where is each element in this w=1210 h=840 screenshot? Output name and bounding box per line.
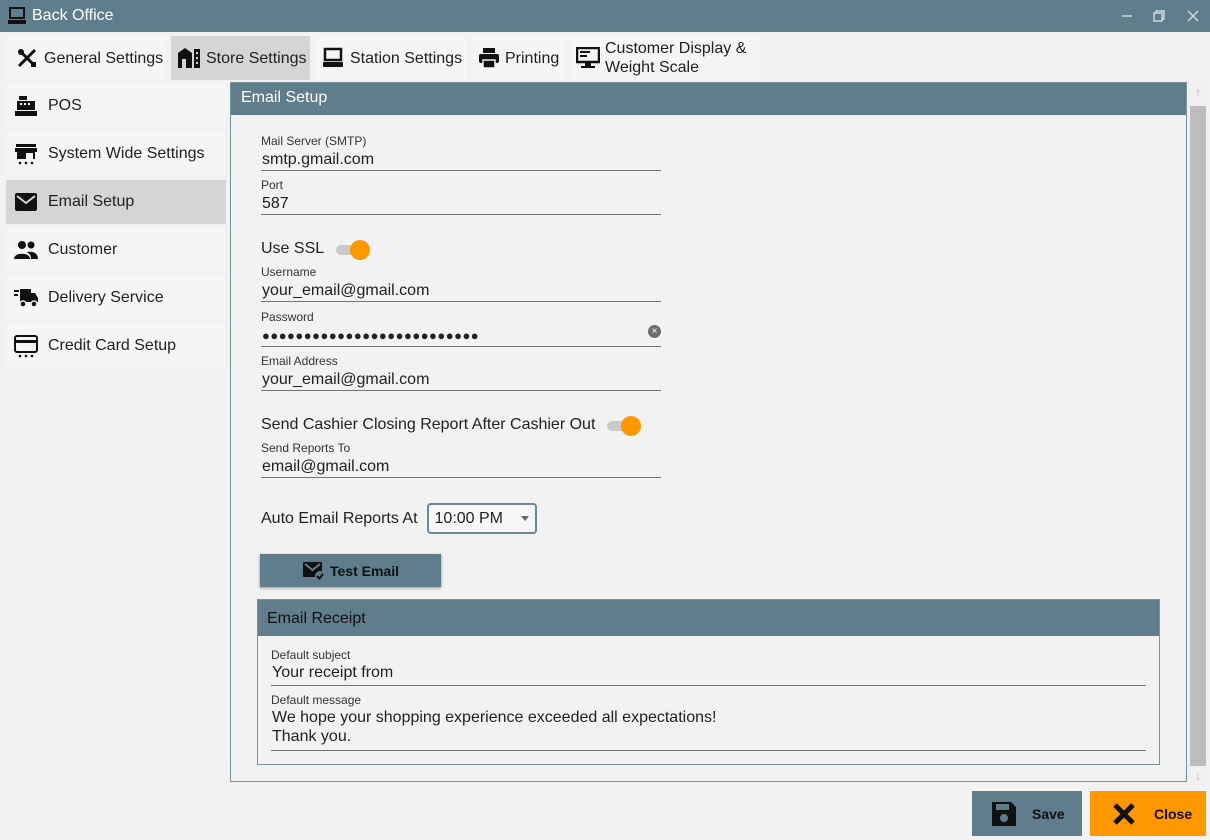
tab-bar: General Settings Store Settings Station … <box>0 32 1210 80</box>
chevron-down-icon <box>520 516 529 521</box>
sidebar-item-credit-card-setup[interactable]: Credit Card Setup <box>6 324 226 368</box>
default-subject-field[interactable]: Default subject Your receipt from <box>271 648 1146 686</box>
email-check-icon <box>302 560 326 582</box>
close-label: Close <box>1154 805 1193 822</box>
selected-time: 10:00 PM <box>434 509 503 527</box>
tab-general-settings[interactable]: General Settings <box>6 36 166 80</box>
send-closing-report-label: Send Cashier Closing Report After Cashie… <box>261 416 596 433</box>
email-address-field[interactable]: Email Address your_email@gmail.com <box>261 354 661 391</box>
tab-label: Printing <box>505 49 560 67</box>
password-field[interactable]: Password ●●●●●●●●●●●●●●●●●●●●●●●●●● × <box>261 310 661 347</box>
restore-icon[interactable] <box>1142 0 1176 32</box>
auto-email-time-select[interactable]: 10:00 PM <box>426 503 537 534</box>
field-label: Mail Server (SMTP) <box>261 134 367 148</box>
email-address-input[interactable]: your_email@gmail.com <box>261 369 661 390</box>
tab-printing[interactable]: Printing <box>471 36 566 80</box>
field-label: Email Address <box>261 354 338 368</box>
default-message-input[interactable]: We hope your shopping experience exceede… <box>271 708 1146 750</box>
save-label: Save <box>1032 805 1065 822</box>
use-ssl-toggle[interactable] <box>336 239 371 260</box>
sidebar-item-label: POS <box>48 97 82 114</box>
auto-email-label: Auto Email Reports At <box>261 509 418 527</box>
email-setup-panel: Email Setup Mail Server (SMTP) smtp.gmai… <box>230 82 1187 782</box>
tools-icon <box>14 45 40 71</box>
sidebar-item-label: Delivery Service <box>48 289 164 306</box>
tab-station-settings[interactable]: Station Settings <box>315 36 467 80</box>
mail-server-input[interactable]: smtp.gmail.com <box>261 149 661 170</box>
field-label: Default subject <box>271 648 351 662</box>
email-receipt-section: Email Receipt Default subject Your recei… <box>257 599 1160 765</box>
tab-customer-display[interactable]: Customer Display & Weight Scale <box>570 36 760 80</box>
send-reports-to-input[interactable]: email@gmail.com <box>261 456 661 477</box>
store-network-icon <box>12 140 40 168</box>
port-input[interactable]: 587 <box>261 193 661 214</box>
floppy-disk-icon <box>990 800 1018 828</box>
field-label: Send Reports To <box>261 441 351 455</box>
use-ssl-label: Use SSL <box>261 240 325 257</box>
scroll-thumb[interactable] <box>1190 106 1206 766</box>
save-button[interactable]: Save <box>972 791 1082 836</box>
window-title: Back Office <box>32 7 114 24</box>
use-ssl-row: Use SSL <box>261 239 371 260</box>
store-icon <box>176 45 202 71</box>
tab-store-settings[interactable]: Store Settings <box>171 36 310 80</box>
people-icon <box>12 236 40 264</box>
field-label: Password <box>261 310 314 324</box>
monitor-scale-icon <box>575 45 601 71</box>
sidebar-item-label: System Wide Settings <box>48 145 205 162</box>
username-field[interactable]: Username your_email@gmail.com <box>261 265 661 302</box>
password-input[interactable]: ●●●●●●●●●●●●●●●●●●●●●●●●●● <box>261 325 661 346</box>
settings-sidebar: POS System Wide Settings Email Setup Cus… <box>6 84 226 372</box>
sidebar-item-customer[interactable]: Customer <box>6 228 226 272</box>
sidebar-item-label: Credit Card Setup <box>48 337 177 354</box>
sidebar-item-email-setup[interactable]: Email Setup <box>6 180 226 224</box>
sidebar-item-label: Customer <box>48 241 118 258</box>
send-reports-to-field[interactable]: Send Reports To email@gmail.com <box>261 441 661 478</box>
send-closing-report-toggle[interactable] <box>607 415 642 436</box>
username-input[interactable]: your_email@gmail.com <box>261 280 661 301</box>
credit-card-icon <box>12 332 40 360</box>
default-message-field[interactable]: Default message We hope your shopping ex… <box>271 693 1146 751</box>
field-label: Default message <box>271 693 362 707</box>
tab-label: Customer Display & Weight Scale <box>605 40 747 76</box>
printer-icon <box>476 45 502 71</box>
field-label: Username <box>261 265 317 279</box>
tab-label: General Settings <box>44 49 164 67</box>
truck-icon <box>12 284 40 312</box>
scroll-up-icon[interactable]: ↑ <box>1188 82 1208 102</box>
envelope-icon <box>12 188 40 216</box>
tab-label: Station Settings <box>350 49 463 67</box>
field-label: Port <box>261 178 284 192</box>
sidebar-item-label: Email Setup <box>48 193 135 210</box>
minimize-icon[interactable] <box>1110 0 1144 32</box>
sidebar-item-pos[interactable]: POS <box>6 84 226 128</box>
send-closing-report-row: Send Cashier Closing Report After Cashie… <box>261 415 642 436</box>
section-header: Email Receipt <box>258 600 1159 636</box>
auto-email-row: Auto Email Reports At 10:00 PM <box>261 503 537 534</box>
close-icon[interactable] <box>1176 0 1210 32</box>
sidebar-item-system-wide-settings[interactable]: System Wide Settings <box>6 132 226 176</box>
close-button[interactable]: Close <box>1090 791 1206 836</box>
scroll-down-icon[interactable]: ↓ <box>1188 766 1208 786</box>
test-email-label: Test Email <box>330 562 399 579</box>
sidebar-item-delivery-service[interactable]: Delivery Service <box>6 276 226 320</box>
port-field[interactable]: Port 587 <box>261 178 661 215</box>
computer-icon <box>6 5 28 27</box>
panel-header: Email Setup <box>231 83 1186 115</box>
test-email-button[interactable]: Test Email <box>260 554 441 587</box>
tab-label: Store Settings <box>206 49 307 67</box>
title-bar: Back Office <box>0 0 1210 32</box>
mail-server-field[interactable]: Mail Server (SMTP) smtp.gmail.com <box>261 134 661 171</box>
cash-register-icon <box>12 92 40 120</box>
close-x-icon <box>1110 800 1138 828</box>
clear-icon[interactable]: × <box>648 325 661 338</box>
default-subject-input[interactable]: Your receipt from <box>271 663 1146 685</box>
computer-icon <box>320 45 346 71</box>
vertical-scrollbar[interactable]: ↑ ↓ <box>1188 82 1208 786</box>
